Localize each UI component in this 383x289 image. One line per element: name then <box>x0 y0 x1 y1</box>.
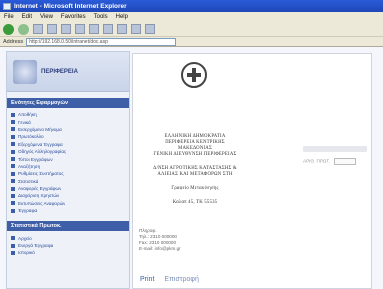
page-content: ΠΕΡΙΦΕΡΕΙΑ Ενότητες Εφαρμογών Αποθήκη Γε… <box>0 47 383 289</box>
forward-button-icon[interactable] <box>18 23 29 35</box>
letterhead: ΕΛΛΗΝΙΚΗ ΔΗΜΟΚΡΑΤΙΑ ΠΕΡΙΦΕΡΕΙΑ ΚΕΝΤΡΙΚΗΣ… <box>147 134 243 206</box>
sidebar-item[interactable]: Ιστορικό <box>11 249 125 256</box>
favorites-icon[interactable] <box>89 24 99 34</box>
stop-icon[interactable] <box>33 24 43 34</box>
address-bar: Address http://192.168.0.50/intranet/doc… <box>0 37 383 47</box>
sidebar-item[interactable]: Στατιστικά <box>11 178 125 185</box>
sidebar-item[interactable]: Αποθήκη <box>11 111 125 118</box>
menu-help[interactable]: Help <box>116 14 128 20</box>
bullet-icon <box>11 120 15 125</box>
address-label: Address <box>3 38 24 45</box>
greek-emblem-icon <box>181 62 207 88</box>
sidebar-item[interactable]: Πρωτόκολλο <box>11 133 125 140</box>
mail-icon[interactable] <box>117 24 127 34</box>
sidebar-logo: ΠΕΡΙΦΕΡΕΙΑ <box>7 52 129 92</box>
bullet-icon <box>11 142 15 147</box>
menu-tools[interactable]: Tools <box>94 14 108 20</box>
sidebar-item[interactable]: Αρχείο <box>11 234 125 241</box>
refresh-icon[interactable] <box>47 24 57 34</box>
edit-icon[interactable] <box>145 24 155 34</box>
menu-view[interactable]: View <box>40 14 53 20</box>
print-link[interactable]: Print <box>140 276 154 283</box>
sidebar-list: Αποθήκη Γενικά Εισερχόμενο Μήνυμα Πρωτόκ… <box>7 108 129 217</box>
sidebar-item[interactable]: Εισερχόμενο Μήνυμα <box>11 126 125 133</box>
address-input[interactable]: http://192.168.0.50/intranet/doc.asp <box>26 37 177 46</box>
window-titlebar: Ιnternet - Microsoft Internet Explorer <box>0 0 383 12</box>
sidebar-item[interactable]: Ρυθμίσεις Συστήματος <box>11 170 125 177</box>
sidebar-item[interactable]: Αναζήτηση <box>11 163 125 170</box>
sidebar: ΠΕΡΙΦΕΡΕΙΑ Ενότητες Εφαρμογών Αποθήκη Γε… <box>6 51 130 289</box>
bullet-icon <box>11 149 15 154</box>
bullet-icon <box>11 236 15 241</box>
window-title: Ιnternet - Microsoft Internet Explorer <box>14 2 127 10</box>
sidebar-item[interactable]: Αναφορές Εγγράφων <box>11 185 125 192</box>
unit-line: ΑΛΙΕΙΑΣ ΚΑΙ ΜΕΤΑΦΟΡΩΝ ΣΤΗ <box>157 172 233 177</box>
browser-toolbar <box>0 22 383 37</box>
sidebar-item[interactable]: Ενεργά Έγγραφα <box>11 242 125 249</box>
bullet-icon <box>11 179 15 184</box>
back-link[interactable]: Επιστροφή <box>164 276 198 283</box>
search-icon[interactable] <box>75 24 85 34</box>
protocol-number-field[interactable] <box>334 158 357 165</box>
document-preview: ΕΛΛΗΝΙΚΗ ΔΗΜΟΚΡΑΤΙΑ ΠΕΡΙΦΕΡΕΙΑ ΚΕΝΤΡΙΚΗΣ… <box>132 53 372 289</box>
office-address: Καλαπ 45, ΤΚ 55535 <box>172 200 218 205</box>
bottom-links: Print Επιστροφή <box>140 276 199 283</box>
sidebar-item[interactable]: Έγγραφα <box>11 207 125 214</box>
bullet-icon <box>11 171 15 176</box>
menu-bar: File Edit View Favorites Tools Help <box>0 12 383 22</box>
ie-icon <box>3 2 11 10</box>
sidebar-item[interactable]: Εξερχόμενα Έγγραφα <box>11 141 125 148</box>
history-icon[interactable] <box>103 24 113 34</box>
menu-file[interactable]: File <box>4 14 14 20</box>
contact-line: E-mail: info@pkm.gr <box>139 246 181 251</box>
bullet-icon <box>11 243 15 248</box>
sidebar-item[interactable]: Εκτυπώσεις Αναφορών <box>11 200 125 207</box>
bullet-icon <box>11 186 15 191</box>
protocol-line <box>303 146 367 152</box>
sidebar-item[interactable]: Διαχείριση Χρηστών <box>11 192 125 199</box>
contact-block: Πληροφ. Τηλ.: 2310 000000 Fax: 2310 0000… <box>139 228 239 252</box>
letterhead-line: ΓΕΝΙΚΗ ΔΙΕΥΘΥΝΣΗ ΠΕΡΙΦΕΡΕΙΑΣ <box>153 152 237 157</box>
bullet-icon <box>11 208 15 213</box>
bullet-icon <box>11 201 15 206</box>
logo-text: ΠΕΡΙΦΕΡΕΙΑ <box>41 68 78 75</box>
home-icon[interactable] <box>61 24 71 34</box>
menu-edit[interactable]: Edit <box>22 14 32 20</box>
bullet-icon <box>11 112 15 117</box>
logo-icon <box>13 59 37 84</box>
back-button-icon[interactable] <box>3 23 14 35</box>
sidebar-section2-title: Στατιστικά Πρωτοκ. <box>7 221 129 232</box>
sidebar-item[interactable]: Γενικά <box>11 118 125 125</box>
sidebar-list-2: Αρχείο Ενεργά Έγγραφα Ιστορικό <box>7 231 129 259</box>
protocol-label: ΑΡΙΘ. ΠΡΩΤ. <box>303 158 330 164</box>
bullet-icon <box>11 250 15 255</box>
bullet-icon <box>11 134 15 139</box>
menu-favorites[interactable]: Favorites <box>61 14 86 20</box>
protocol-block: ΑΡΙΘ. ΠΡΩΤ. <box>303 146 367 165</box>
sidebar-item[interactable]: Τύποι Εγγράφων <box>11 155 125 162</box>
bullet-icon <box>11 127 15 132</box>
bullet-icon <box>11 164 15 169</box>
print-icon[interactable] <box>131 24 141 34</box>
bullet-icon <box>11 193 15 198</box>
office-name: Γραφείο Μετακίνησης <box>171 186 219 191</box>
sidebar-item[interactable]: Οδηγός Αλληλογραφίας <box>11 148 125 155</box>
bullet-icon <box>11 157 15 162</box>
sidebar-section-title: Ενότητες Εφαρμογών <box>7 98 129 108</box>
